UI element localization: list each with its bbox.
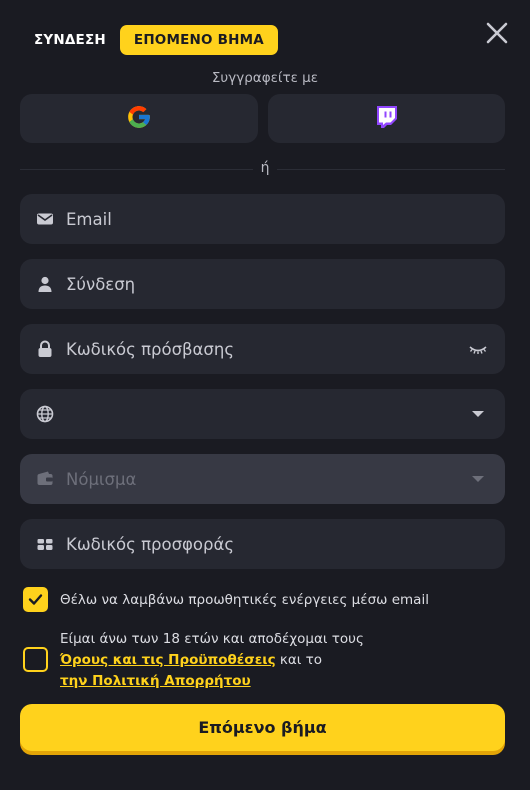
close-icon[interactable]	[484, 20, 510, 46]
password-placeholder: Κωδικός πρόσβασης	[66, 339, 235, 359]
terms-text-middle: και το	[279, 652, 322, 668]
wallet-icon	[36, 470, 54, 488]
promo-code-placeholder: Κωδικός προσφοράς	[66, 534, 235, 554]
username-field[interactable]: Σύνδεση	[20, 259, 505, 309]
envelope-icon	[36, 210, 54, 228]
chevron-down-icon[interactable]	[467, 403, 489, 425]
promo-emails-label: Θέλω να λαμβάνω προωθητικές ενέργειες μέ…	[60, 591, 429, 608]
google-icon	[126, 104, 152, 134]
eye-closed-icon[interactable]	[467, 338, 489, 360]
promo-code-field[interactable]: Κωδικός προσφοράς	[20, 519, 505, 569]
email-field[interactable]: Email	[20, 194, 505, 244]
twitch-signup-button[interactable]	[268, 94, 505, 143]
promo-emails-checkbox[interactable]	[23, 587, 48, 612]
password-field[interactable]: Κωδικός πρόσβασης	[20, 324, 505, 374]
username-placeholder: Σύνδεση	[66, 274, 136, 294]
next-step-button[interactable]: Επόμενο βήμα	[20, 704, 505, 751]
country-select[interactable]	[20, 389, 505, 439]
terms-text-before: Είμαι άνω των 18 ετών και αποδέχομαι του…	[60, 631, 364, 647]
terms-link[interactable]: Όρους και τις Προϋποθέσεις	[60, 652, 276, 668]
globe-icon	[36, 405, 54, 423]
step-tabs: ΣΥΝΔΕΣΗ ΕΠΟΜΕΝΟ ΒΗΜΑ	[20, 25, 278, 55]
email-placeholder: Email	[66, 209, 112, 229]
gift-icon	[36, 535, 54, 553]
social-signup-subtitle: Συγγραφείτε με	[211, 70, 319, 86]
tab-next-step[interactable]: ΕΠΟΜΕΝΟ ΒΗΜΑ	[119, 25, 278, 55]
tab-login[interactable]: ΣΥΝΔΕΣΗ	[20, 25, 120, 55]
user-icon	[36, 275, 54, 293]
privacy-policy-link[interactable]: την Πολιτική Απορρήτου	[60, 673, 251, 689]
checkmark-icon	[28, 594, 43, 605]
currency-select: Νόμισμα	[20, 454, 505, 504]
terms-checkbox[interactable]	[23, 647, 48, 672]
chevron-down-icon	[467, 468, 489, 490]
promo-emails-consent: Θέλω να λαμβάνω προωθητικές ενέργειες μέ…	[23, 587, 429, 612]
google-signup-button[interactable]	[20, 94, 258, 143]
divider-or-text: ή	[252, 160, 278, 176]
currency-placeholder: Νόμισμα	[66, 469, 137, 489]
lock-icon	[36, 340, 54, 358]
twitch-icon	[374, 104, 400, 134]
terms-consent-text: Είμαι άνω των 18 ετών και αποδέχομαι του…	[60, 629, 480, 692]
